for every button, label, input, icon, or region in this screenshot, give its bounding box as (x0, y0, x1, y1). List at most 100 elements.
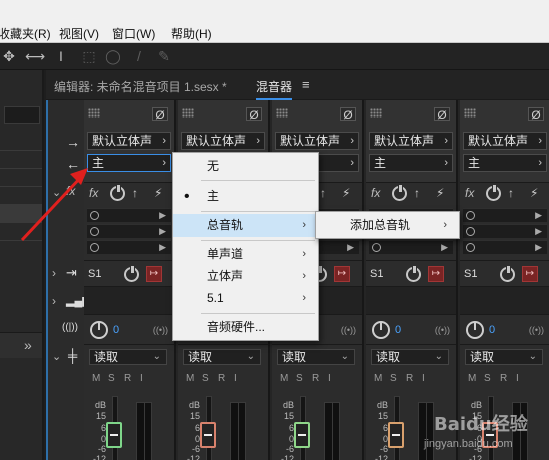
slot-power-icon[interactable] (90, 211, 99, 220)
left-panel-row[interactable] (0, 222, 42, 240)
menu-item-none[interactable]: 无 (173, 155, 318, 178)
menu-item-audio-hardware[interactable]: 音频硬件... (173, 316, 318, 339)
fx-power-icon[interactable] (486, 185, 501, 201)
fx-power-icon[interactable] (392, 185, 407, 201)
mute-button[interactable]: M (186, 373, 194, 384)
mute-button[interactable]: M (280, 373, 288, 384)
slot-power-icon[interactable] (90, 227, 99, 236)
input-monitor-button[interactable]: I (422, 373, 425, 384)
menu-item-add-bus[interactable]: 添加总音轨 › (316, 214, 459, 237)
pan-value[interactable]: 0 (489, 324, 495, 336)
time-selection-icon[interactable]: ⟷ (25, 47, 45, 65)
fx-bolt-icon[interactable]: ⚡ (342, 186, 350, 200)
send-pre-post-icon[interactable]: ↦ (146, 266, 162, 282)
fx-slot[interactable]: ▶ (369, 240, 453, 254)
left-panel-row[interactable] (0, 150, 42, 168)
collapse-fader-icon[interactable]: ⌄ (52, 350, 61, 363)
menu-item-master[interactable]: • 主 (173, 185, 318, 208)
send-pre-post-icon[interactable]: ↦ (428, 266, 444, 282)
input-select[interactable]: 默认立体声 › (369, 132, 453, 150)
fx-bolt-icon[interactable]: ⚡ (154, 186, 162, 200)
solo-button[interactable]: S (296, 373, 303, 384)
volume-fader[interactable] (388, 422, 404, 448)
phase-invert-button[interactable]: Ø (246, 107, 262, 122)
automation-mode-select[interactable]: 读取 ⌄ (371, 349, 449, 365)
volume-fader[interactable] (294, 422, 310, 448)
mute-button[interactable]: M (92, 373, 100, 384)
spot-healing-icon[interactable]: ✎ (155, 47, 173, 65)
move-tool-icon[interactable]: ✥ (0, 47, 18, 65)
input-select[interactable]: 默认立体声 › (275, 132, 359, 150)
pre-post-fader-icon[interactable]: ↑ (320, 186, 326, 200)
left-panel-row[interactable] (0, 168, 42, 186)
send-label[interactable]: S1 (88, 268, 101, 280)
pan-value[interactable]: 0 (113, 324, 119, 336)
input-monitor-button[interactable]: I (140, 373, 143, 384)
send-power-icon[interactable] (406, 266, 421, 282)
drag-handle-icon[interactable] (276, 108, 288, 118)
expand-sends-icon[interactable]: › (52, 266, 56, 280)
automation-mode-select[interactable]: 读取 ⌄ (277, 349, 355, 365)
send-power-icon[interactable] (500, 266, 515, 282)
expand-eq-icon[interactable]: › (52, 294, 56, 308)
slot-power-icon[interactable] (466, 211, 475, 220)
menu-view[interactable]: 视图(V) (59, 25, 99, 42)
marquee-icon[interactable]: ⬚ (80, 47, 98, 65)
automation-mode-select[interactable]: 读取 ⌄ (465, 349, 543, 365)
slot-power-icon[interactable] (466, 243, 475, 252)
input-select[interactable]: 默认立体声 › (181, 132, 265, 150)
record-button[interactable]: R (500, 373, 507, 384)
phase-invert-button[interactable]: Ø (152, 107, 168, 122)
pan-knob[interactable] (372, 321, 390, 339)
drag-handle-icon[interactable] (464, 108, 476, 118)
send-label[interactable]: S1 (464, 268, 477, 280)
menu-item-mono[interactable]: 单声道 › (173, 243, 318, 266)
send-pre-post-icon[interactable]: ↦ (334, 266, 350, 282)
fx-power-icon[interactable] (110, 185, 125, 201)
drag-handle-icon[interactable] (88, 108, 100, 118)
left-panel-row[interactable] (0, 186, 42, 204)
volume-fader[interactable] (200, 422, 216, 448)
send-label[interactable]: S1 (370, 268, 383, 280)
pre-post-fader-icon[interactable]: ↑ (508, 186, 514, 200)
pre-post-fader-icon[interactable]: ↑ (132, 186, 138, 200)
menu-item-stereo[interactable]: 立体声 › (173, 265, 318, 288)
phase-invert-button[interactable]: Ø (528, 107, 544, 122)
slot-arrow-icon[interactable]: ▶ (159, 226, 166, 237)
text-cursor-icon[interactable]: I (52, 47, 70, 65)
phase-invert-button[interactable]: Ø (434, 107, 450, 122)
fx-slot[interactable]: ▶ (463, 224, 547, 238)
input-monitor-button[interactable]: I (516, 373, 519, 384)
pan-knob[interactable] (90, 321, 108, 339)
menu-item-5-1[interactable]: 5.1 › (173, 287, 318, 310)
expand-fx-icon[interactable]: ⌄ (52, 186, 61, 199)
menu-window[interactable]: 窗口(W) (112, 25, 155, 42)
menu-favorites[interactable]: 收藏夹(R) (0, 25, 51, 42)
slot-arrow-icon[interactable]: ▶ (347, 242, 354, 253)
record-button[interactable]: R (406, 373, 413, 384)
fx-bolt-icon[interactable]: ⚡ (530, 186, 538, 200)
tab-mixer[interactable]: 混音器 (256, 78, 293, 100)
drag-handle-icon[interactable] (370, 108, 382, 118)
input-monitor-button[interactable]: I (328, 373, 331, 384)
slot-arrow-icon[interactable]: ▶ (535, 210, 542, 221)
fx-slot[interactable]: ▶ (87, 240, 171, 254)
output-select[interactable]: 主› (369, 154, 453, 172)
fx-slot[interactable]: ▶ (87, 208, 171, 222)
collapse-panel-icon[interactable]: » (24, 337, 32, 353)
fx-slot[interactable]: ▶ (463, 208, 547, 222)
send-power-icon[interactable] (124, 266, 139, 282)
solo-button[interactable]: S (202, 373, 209, 384)
pre-post-fader-icon[interactable]: ↑ (414, 186, 420, 200)
input-monitor-button[interactable]: I (234, 373, 237, 384)
solo-button[interactable]: S (108, 373, 115, 384)
left-panel-collapse-bar[interactable]: » (0, 332, 42, 358)
slot-arrow-icon[interactable]: ▶ (535, 226, 542, 237)
automation-mode-select[interactable]: 读取 ⌄ (89, 349, 167, 365)
solo-button[interactable]: S (484, 373, 491, 384)
pan-knob[interactable] (466, 321, 484, 339)
phase-invert-button[interactable]: Ø (340, 107, 356, 122)
automation-mode-select[interactable]: 读取 ⌄ (183, 349, 261, 365)
volume-fader[interactable] (106, 422, 122, 448)
pan-value[interactable]: 0 (395, 324, 401, 336)
